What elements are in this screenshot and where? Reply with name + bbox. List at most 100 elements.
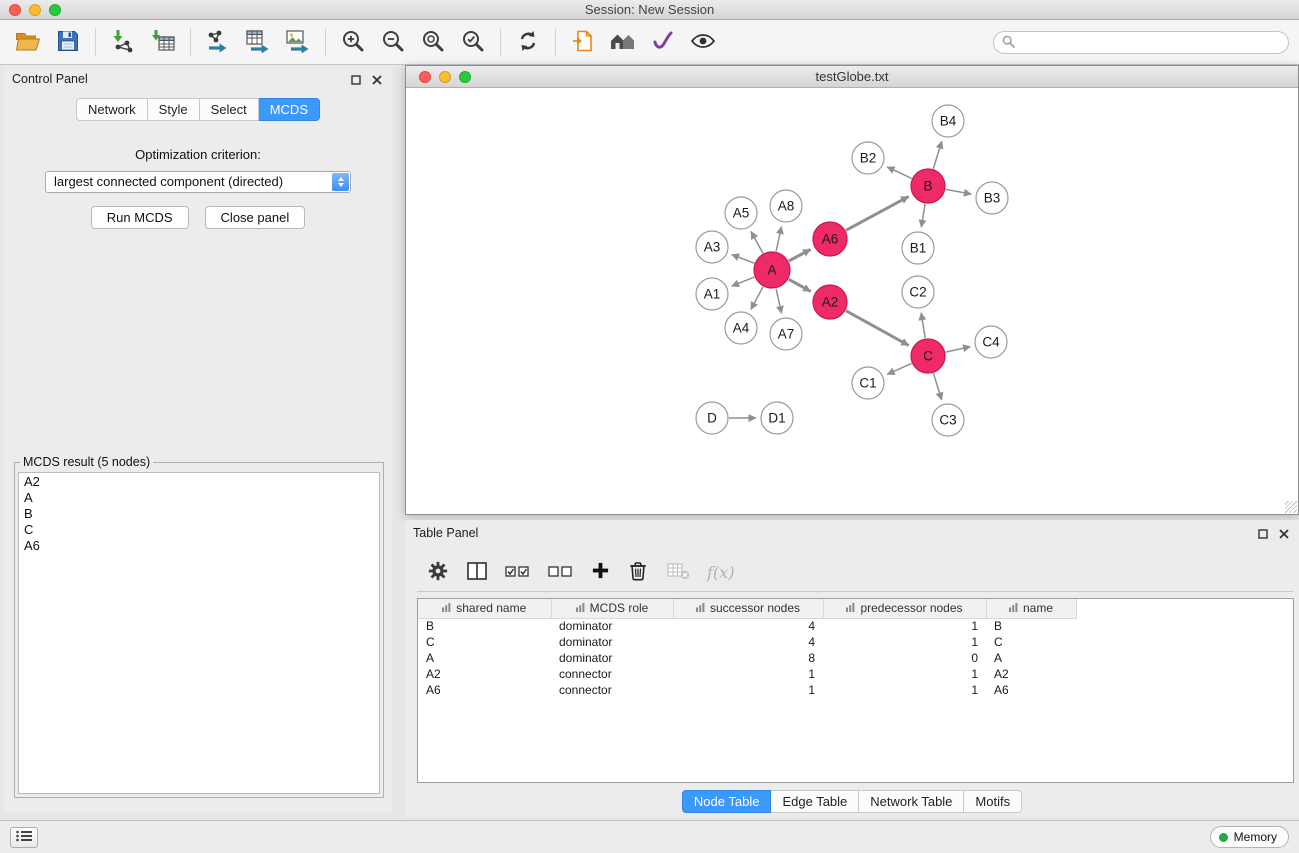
table-tab-edge-table[interactable]: Edge Table <box>771 790 859 813</box>
network-edge-A-A3[interactable] <box>732 255 755 264</box>
network-node-B4[interactable]: B4 <box>932 105 964 137</box>
zoom-fit-button[interactable] <box>413 25 453 59</box>
network-edge-A-A2[interactable] <box>789 279 811 291</box>
network-node-A5[interactable]: A5 <box>725 197 757 229</box>
zoom-out-button[interactable] <box>373 25 413 59</box>
column-header-successor-nodes[interactable]: successor nodes <box>673 599 823 618</box>
float-panel-icon[interactable] <box>1258 527 1268 542</box>
network-edge-A-A6[interactable] <box>789 249 811 261</box>
memory-button[interactable]: Memory <box>1210 826 1289 848</box>
network-edge-C-C3[interactable] <box>933 373 941 400</box>
close-panel-button[interactable]: Close panel <box>205 206 306 229</box>
resize-grip[interactable] <box>1285 501 1297 513</box>
network-edge-A6-B[interactable] <box>846 197 909 231</box>
network-node-D[interactable]: D <box>696 402 728 434</box>
network-node-C2[interactable]: C2 <box>902 276 934 308</box>
network-node-A3[interactable]: A3 <box>696 231 728 263</box>
network-node-C4[interactable]: C4 <box>975 326 1007 358</box>
network-edge-C-C1[interactable] <box>887 363 911 374</box>
network-node-B[interactable]: B <box>911 169 945 203</box>
mcds-result-item-a6[interactable]: A6 <box>24 538 374 554</box>
network-node-A6[interactable]: A6 <box>813 222 847 256</box>
network-node-B2[interactable]: B2 <box>852 142 884 174</box>
network-node-A[interactable]: A <box>754 252 790 288</box>
mcds-result-item-a2[interactable]: A2 <box>24 474 374 490</box>
refresh-view-button[interactable] <box>508 25 548 59</box>
network-edge-B-B4[interactable] <box>933 141 942 169</box>
optimization-criterion-select[interactable]: largest connected component (directed) <box>45 171 351 193</box>
open-document-button[interactable] <box>563 25 603 59</box>
network-canvas[interactable]: B4B2BB3A5A8A6B1A3AC2A1A2A4A7C4CC1C3DD1 <box>406 88 1298 514</box>
select-all-button[interactable] <box>505 557 531 587</box>
table-settings-button[interactable] <box>427 557 449 587</box>
network-node-C[interactable]: C <box>911 339 945 373</box>
table-row-c[interactable]: Cdominator41C <box>418 634 1076 650</box>
zoom-in-button[interactable] <box>333 25 373 59</box>
network-close-button[interactable] <box>419 71 431 83</box>
deselect-all-button[interactable] <box>548 557 574 587</box>
network-edge-B-B3[interactable] <box>946 189 972 194</box>
create-column-button[interactable] <box>591 557 610 587</box>
task-history-button[interactable] <box>10 827 38 848</box>
column-header-shared-name[interactable]: shared name <box>418 599 551 618</box>
control-tab-select[interactable]: Select <box>200 98 259 121</box>
run-mcds-button[interactable]: Run MCDS <box>91 206 189 229</box>
network-edge-A-A5[interactable] <box>751 231 763 253</box>
zoom-window-button[interactable] <box>49 4 61 16</box>
search-input[interactable] <box>1020 36 1280 50</box>
table-tab-network-table[interactable]: Network Table <box>859 790 964 813</box>
function-builder-button[interactable]: f(x) <box>707 557 734 587</box>
table-row-b[interactable]: Bdominator41B <box>418 618 1076 634</box>
minimize-window-button[interactable] <box>29 4 41 16</box>
network-node-B3[interactable]: B3 <box>976 182 1008 214</box>
network-edge-A-A4[interactable] <box>751 287 763 310</box>
network-zoom-button[interactable] <box>459 71 471 83</box>
mcds-result-item-a[interactable]: A <box>24 490 374 506</box>
show-columns-button[interactable] <box>466 557 488 587</box>
table-tab-motifs[interactable]: Motifs <box>964 790 1022 813</box>
table-row-a[interactable]: Adominator80A <box>418 650 1076 666</box>
network-node-A7[interactable]: A7 <box>770 318 802 350</box>
open-file-button[interactable] <box>8 25 48 59</box>
table-row-a6[interactable]: A6connector11A6 <box>418 682 1076 698</box>
network-node-A4[interactable]: A4 <box>725 312 757 344</box>
import-table-button[interactable] <box>143 25 183 59</box>
style-check-button[interactable] <box>643 25 683 59</box>
import-network-button[interactable] <box>103 25 143 59</box>
export-network-button[interactable] <box>198 25 238 59</box>
control-tab-mcds[interactable]: MCDS <box>259 98 320 121</box>
network-node-C3[interactable]: C3 <box>932 404 964 436</box>
close-window-button[interactable] <box>9 4 21 16</box>
column-header-predecessor-nodes[interactable]: predecessor nodes <box>823 599 986 618</box>
zoom-selected-button[interactable] <box>453 25 493 59</box>
table-tab-node-table[interactable]: Node Table <box>682 790 772 813</box>
control-tab-network[interactable]: Network <box>76 98 148 121</box>
close-panel-icon[interactable] <box>1279 527 1289 542</box>
control-tab-style[interactable]: Style <box>148 98 200 121</box>
network-edge-B-B1[interactable] <box>921 204 925 228</box>
network-edge-A-A8[interactable] <box>776 227 781 252</box>
delete-table-button[interactable] <box>666 557 690 587</box>
mcds-result-item-b[interactable]: B <box>24 506 374 522</box>
home-button[interactable] <box>603 25 643 59</box>
float-panel-icon[interactable] <box>351 73 361 88</box>
network-node-B1[interactable]: B1 <box>902 232 934 264</box>
network-edge-A-A7[interactable] <box>776 289 781 314</box>
delete-column-button[interactable] <box>627 557 649 587</box>
close-panel-icon[interactable] <box>372 73 382 88</box>
network-edge-A2-C[interactable] <box>846 311 909 346</box>
network-node-D1[interactable]: D1 <box>761 402 793 434</box>
network-edge-C-C2[interactable] <box>921 313 925 339</box>
column-header-mcds-role[interactable]: MCDS role <box>551 599 673 618</box>
network-minimize-button[interactable] <box>439 71 451 83</box>
table-row-a2[interactable]: A2connector11A2 <box>418 666 1076 682</box>
show-view-button[interactable] <box>683 25 723 59</box>
save-session-button[interactable] <box>48 25 88 59</box>
network-node-A2[interactable]: A2 <box>813 285 847 319</box>
network-edge-B-B2[interactable] <box>887 167 912 179</box>
network-edge-C-C4[interactable] <box>946 347 971 353</box>
export-table-button[interactable] <box>238 25 278 59</box>
network-node-C1[interactable]: C1 <box>852 367 884 399</box>
network-edge-A-A1[interactable] <box>732 277 755 286</box>
mcds-result-item-c[interactable]: C <box>24 522 374 538</box>
